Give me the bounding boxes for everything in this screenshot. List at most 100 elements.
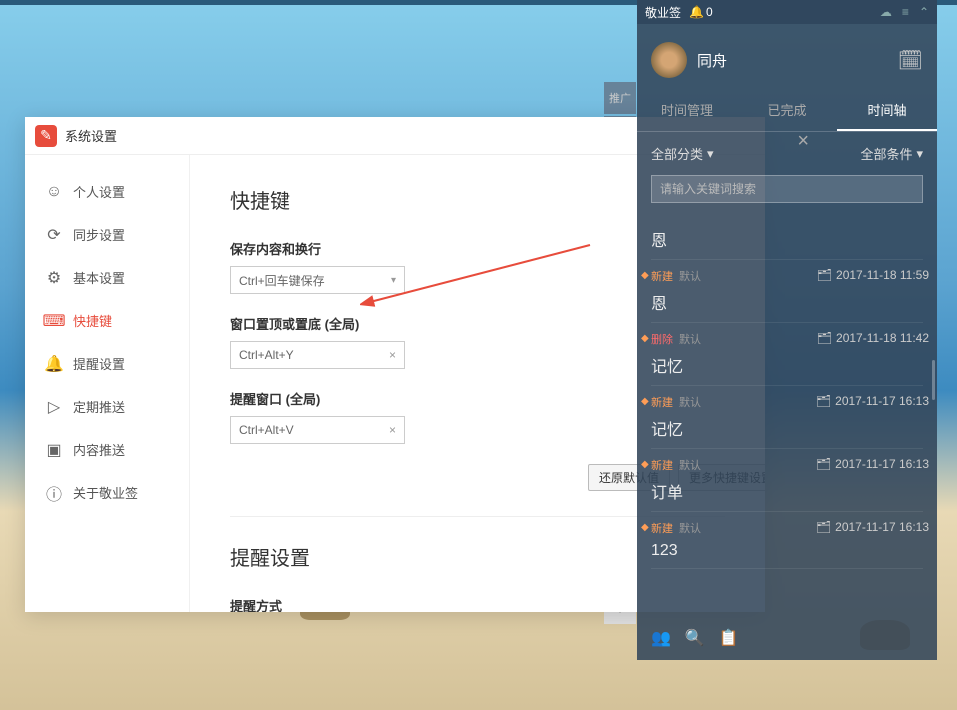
field-value: Ctrl+Alt+V [239,423,294,437]
item-title: 记忆 [651,416,923,440]
cloud-icon[interactable]: ☁ [880,5,892,19]
nav-content[interactable]: ▣ 内容推送 [25,428,189,471]
settings-nav: ☺个人设置 ⟳ 同步设置 ⚙基本设置 ⌨ 快捷键 🔔 提醒设置 ▷定期推送 ▣ 内容推送… [25,155,190,612]
item-title: 恩 [651,227,923,251]
tab-timeline[interactable]: 时间轴 [837,90,937,131]
clear-icon[interactable]: × [389,348,396,362]
nav-label: 内容推送 [73,440,125,459]
bottom-toolbar: 👥 🔍 📋 [651,628,739,648]
filter-condition[interactable]: 全部条件▾ [860,144,923,163]
username: 同舟 [697,50,727,71]
tab-completed[interactable]: 已完成 [737,90,837,131]
chevron-down-icon: ▾ [391,275,396,286]
list-item[interactable]: ◆ 新建默认 记忆 🗂2017-11-17 16:13 [651,386,923,449]
dot-icon: ◆ [641,459,649,470]
list-item[interactable]: ◆ 新建默认 恩 🗂2017-11-18 11:59 [651,260,923,323]
app-tabs: 时间管理 已完成 时间轴 [637,90,937,132]
filter-label: 全部分类 [651,144,703,163]
bell-icon: 🔔 [45,355,63,373]
search-icon[interactable]: 🔍 [685,628,705,648]
search-box [651,175,923,203]
app-name: 敬业签 [645,4,681,21]
search-input[interactable] [651,175,923,203]
save-shortcut-select[interactable]: Ctrl+回车键保存 ▾ [230,266,405,294]
nav-label: 快捷键 [73,311,112,330]
nav-schedule[interactable]: ▷定期推送 [25,385,189,428]
collapse-icon[interactable]: ⌃ [919,5,929,19]
calendar-small-icon[interactable]: 📋 [719,628,739,648]
item-subtag: 默认 [679,520,701,536]
nav-reminder[interactable]: 🔔 提醒设置 [25,342,189,385]
time-icon: 🗂 [816,520,831,534]
item-tag: 新建 [651,520,673,536]
item-subtag: 默认 [679,394,701,410]
item-tag: 新建 [651,457,673,473]
filter-category[interactable]: 全部分类▾ [651,144,714,163]
item-title: 123 [651,542,923,560]
list-item[interactable]: ◆ 新建默认 123 🗂2017-11-17 16:13 [651,512,923,569]
nav-label: 提醒设置 [73,354,125,373]
clear-icon[interactable]: × [389,423,396,437]
item-time: 🗂2017-11-18 11:42 [817,331,929,345]
nav-personal[interactable]: ☺个人设置 [25,170,189,213]
time-icon: 🗂 [817,331,832,345]
timeline-list: 恩 ◆ 新建默认 恩 🗂2017-11-18 11:59 ◆ 删除默认 记忆 🗂… [637,213,937,569]
nav-sync[interactable]: ⟳ 同步设置 [25,213,189,256]
item-subtag: 默认 [679,457,701,473]
item-time: 🗂2017-11-17 16:13 [816,457,929,471]
field-value: Ctrl+回车键保存 [239,272,325,289]
dot-icon: ◆ [641,333,649,344]
item-tag: 新建 [651,268,673,284]
time-icon: 🗂 [817,268,832,282]
nav-label: 个人设置 [73,182,125,201]
close-icon[interactable]: × [797,130,809,153]
nav-about[interactable]: ⓘ 关于敬业签 [25,471,189,514]
chevron-down-icon: ▾ [916,146,923,162]
scrollbar[interactable] [932,360,935,400]
item-title: 恩 [651,290,923,314]
time-icon: 🗂 [816,394,831,408]
app-logo-icon: ✎ [35,125,57,147]
tab-time-manage[interactable]: 时间管理 [637,90,737,131]
item-title: 订单 [651,479,923,503]
dot-icon: ◆ [641,270,649,281]
chevron-down-icon: ▾ [707,146,714,162]
contacts-icon[interactable]: 👥 [651,628,671,648]
sync-icon: ⟳ [45,226,63,244]
app-header: 同舟 🗓 [637,24,937,90]
push-icon: ▣ [45,441,63,459]
nav-label: 关于敬业签 [73,483,138,502]
item-time: 🗂2017-11-17 16:13 [816,520,929,534]
avatar[interactable] [651,42,687,78]
item-subtag: 默认 [679,331,701,347]
item-tag: 新建 [651,394,673,410]
notif-count: 0 [706,5,713,19]
bell-icon[interactable]: 🔔0 [689,5,713,19]
list-item[interactable]: ◆ 删除默认 记忆 🗂2017-11-18 11:42 [651,323,923,386]
time-icon: 🗂 [816,457,831,471]
nav-label: 定期推送 [73,397,125,416]
item-time: 🗂2017-11-17 16:13 [816,394,929,408]
field-value: Ctrl+Alt+Y [239,348,294,362]
list-item[interactable]: 恩 [651,213,923,260]
app-panel: 敬业签 🔔0 ☁ ≡ ⌃ 同舟 🗓 时间管理 已完成 时间轴 全部分类▾ 全部条… [637,0,937,660]
item-time: 🗂2017-11-18 11:59 [817,268,929,282]
list-item[interactable]: ◆ 新建默认 订单 🗂2017-11-17 16:13 [651,449,923,512]
filter-label: 全部条件 [860,144,912,163]
item-tag: 删除 [651,331,673,347]
keyboard-icon: ⌨ [45,312,63,330]
filter-row: 全部分类▾ 全部条件▾ [637,132,937,171]
item-title: 记忆 [651,353,923,377]
side-tab[interactable]: 推广 [604,82,636,114]
nav-basic[interactable]: ⚙基本设置 [25,256,189,299]
nav-shortcuts[interactable]: ⌨ 快捷键 [25,299,189,342]
pin-shortcut-input[interactable]: Ctrl+Alt+Y × [230,341,405,369]
remind-shortcut-input[interactable]: Ctrl+Alt+V × [230,416,405,444]
menu-icon[interactable]: ≡ [902,5,909,19]
dot-icon: ◆ [641,522,649,533]
item-subtag: 默认 [679,268,701,284]
settings-title: 系统设置 [65,126,117,145]
calendar-icon[interactable]: 🗓 [898,48,923,73]
info-icon: ⓘ [45,484,63,502]
nav-label: 同步设置 [73,225,125,244]
